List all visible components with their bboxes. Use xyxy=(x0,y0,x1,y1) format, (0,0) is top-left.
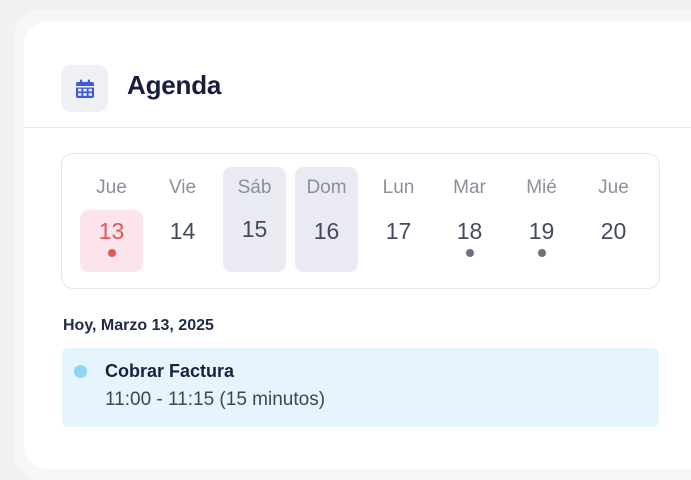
day-cell[interactable]: Mié 19 xyxy=(510,167,573,272)
day-of-week-label: Vie xyxy=(168,177,197,198)
event-time: 11:00 - 11:15 (15 minutos) xyxy=(105,389,326,410)
event-color-dot xyxy=(74,365,87,378)
day-cell[interactable]: Jue 20 xyxy=(582,167,645,272)
event-indicator-dot xyxy=(465,249,474,257)
day-number: 14 xyxy=(169,218,196,244)
day-cell[interactable]: Mar 18 xyxy=(438,167,501,272)
day-number-box: 15 xyxy=(223,210,286,272)
day-number: 13 xyxy=(98,218,125,244)
day-number: 19 xyxy=(528,218,555,244)
calendar-icon xyxy=(61,65,108,112)
day-of-week-label: Mié xyxy=(526,177,557,198)
day-number: 20 xyxy=(600,218,627,244)
day-of-week-label: Jue xyxy=(96,177,127,198)
day-of-week-label: Dom xyxy=(306,177,347,198)
day-number-box: 18 xyxy=(438,210,501,272)
day-cell[interactable]: Vie 14 xyxy=(151,167,214,272)
day-of-week-label: Lun xyxy=(382,177,415,198)
event-item[interactable]: Cobrar Factura 11:00 - 11:15 (15 minutos… xyxy=(62,348,659,427)
day-number: 18 xyxy=(456,218,483,244)
day-of-week-label: Mar xyxy=(453,177,486,198)
day-number-box: 17 xyxy=(367,210,430,272)
day-of-week-label: Sáb xyxy=(237,177,272,198)
day-of-week-label: Jue xyxy=(598,177,629,198)
day-number: 17 xyxy=(385,218,412,244)
day-number-box: 16 xyxy=(295,210,358,272)
agenda-card: Agenda Jue 13 Vie 14 Sáb 15 Dom 16 Lun 1… xyxy=(24,21,691,469)
event-indicator-dot xyxy=(537,249,546,257)
agenda-date-heading: Hoy, Marzo 13, 2025 xyxy=(63,317,214,334)
day-number: 16 xyxy=(313,218,340,244)
day-number-box: 20 xyxy=(582,210,645,272)
day-number: 15 xyxy=(241,216,268,242)
agenda-title: Agenda xyxy=(127,70,222,100)
event-indicator-dot xyxy=(107,249,116,257)
day-cell-selected[interactable]: Dom 16 xyxy=(295,167,358,272)
event-title: Cobrar Factura xyxy=(105,361,235,381)
week-strip: Jue 13 Vie 14 Sáb 15 Dom 16 Lun 17 Mar 1… xyxy=(61,153,660,289)
day-number-box: 19 xyxy=(510,210,573,272)
day-number-box: 14 xyxy=(151,210,214,272)
day-cell-selected[interactable]: Sáb 15 xyxy=(223,167,286,272)
agenda-header: Agenda xyxy=(24,21,691,128)
today-highlight: 13 xyxy=(80,210,143,272)
day-cell[interactable]: Jue 13 xyxy=(80,167,143,272)
day-cell[interactable]: Lun 17 xyxy=(367,167,430,272)
